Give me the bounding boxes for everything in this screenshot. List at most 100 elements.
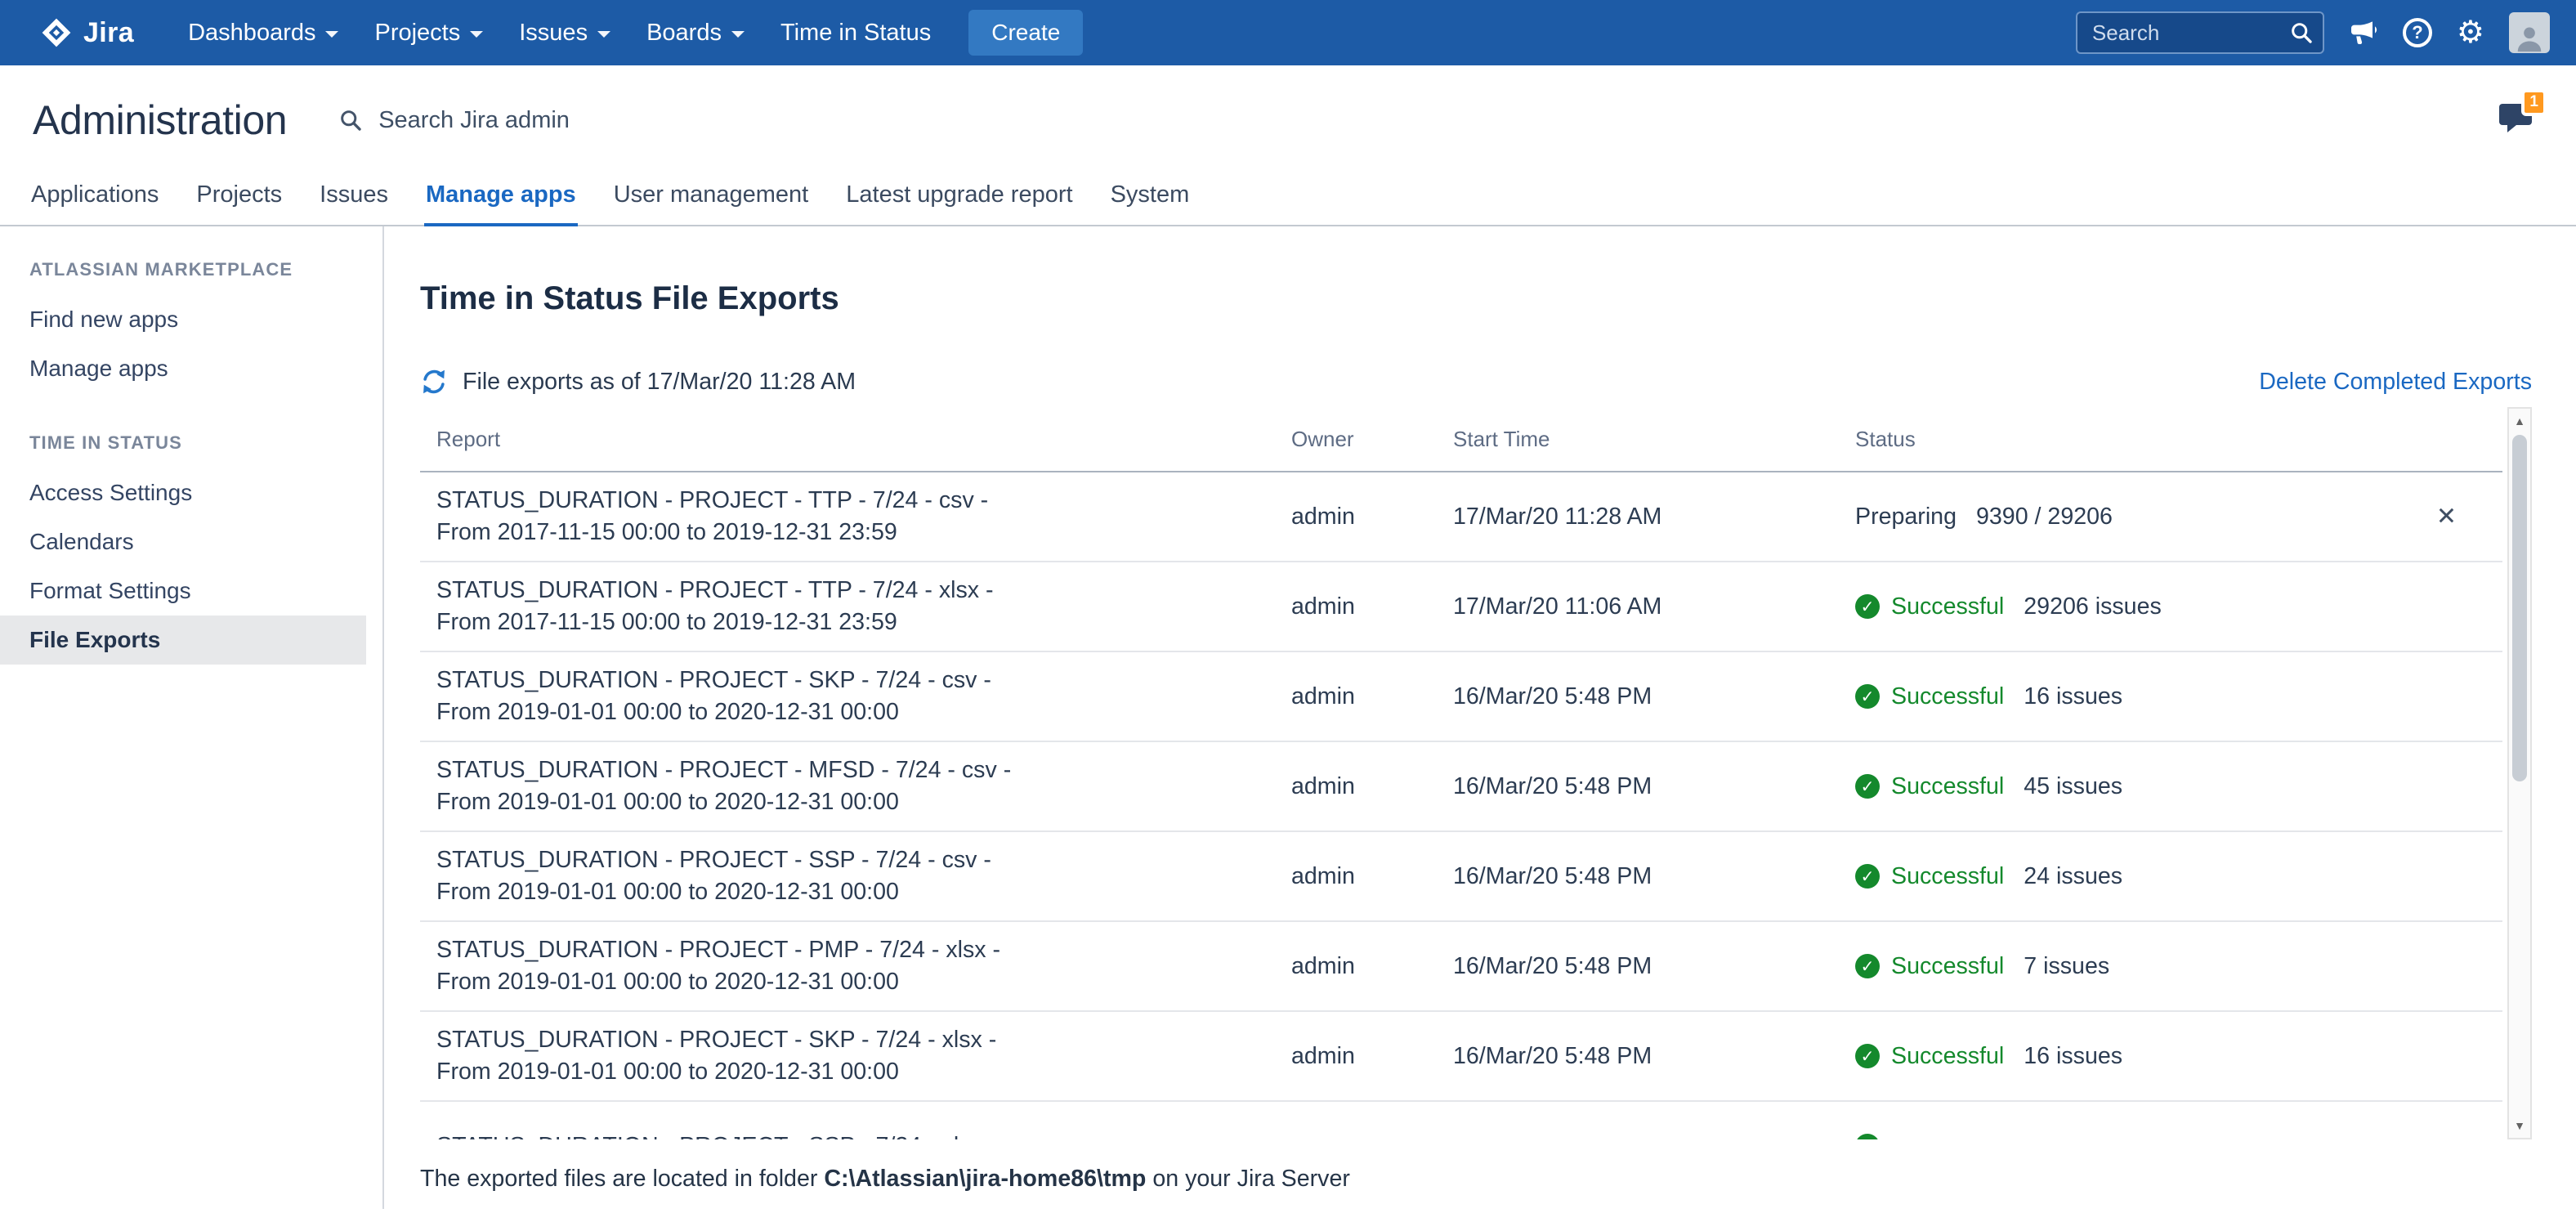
report-start-time: 17/Mar/20 11:28 AM (1453, 504, 1855, 530)
note-suffix: on your Jira Server (1146, 1166, 1350, 1192)
navbar-item-boards[interactable]: Boards (628, 0, 763, 65)
create-button[interactable]: Create (968, 10, 1083, 56)
search-icon (2290, 21, 2313, 44)
tab-system[interactable]: System (1109, 168, 1192, 225)
delete-completed-exports-link[interactable]: Delete Completed Exports (2259, 369, 2532, 396)
exports-toolbar: File exports as of 17/Mar/20 11:28 AM De… (420, 368, 2532, 396)
table-row: STATUS_DURATION - PROJECT - MFSD - 7/24 … (420, 742, 2502, 832)
jira-logo-icon (41, 17, 72, 48)
tab-label: User management (614, 181, 809, 208)
navbar-search-input[interactable] (2076, 11, 2324, 54)
tab-applications[interactable]: Applications (29, 168, 160, 225)
help-button[interactable]: ? (2403, 18, 2432, 47)
success-check-icon: ✓ (1855, 864, 1880, 889)
report-start-time: 16/Mar/20 5:48 PM (1453, 953, 1855, 980)
report-name: STATUS_DURATION - PROJECT - TTP - 7/24 -… (436, 575, 1291, 607)
sidebar: ATLASSIAN MARKETPLACE Find new appsManag… (0, 226, 384, 1209)
export-location-note: The exported files are located in folder… (420, 1166, 2532, 1193)
cancel-export-button[interactable]: ✕ (2436, 503, 2457, 531)
note-prefix: The exported files are located in folder (420, 1166, 824, 1192)
status-text: Preparing (1855, 504, 1957, 530)
scrollbar-thumb[interactable] (2512, 435, 2527, 781)
tab-issues[interactable]: Issues (318, 168, 390, 225)
export-folder-path: C:\Atlassian\jira-home86\tmp (824, 1166, 1146, 1192)
file-exports-table: ReportOwnerStart TimeStatus STATUS_DURAT… (420, 407, 2532, 1139)
main-panel: Time in Status File Exports File exports… (384, 226, 2576, 1209)
report-range: From 2019-01-01 00:00 to 2020-12-31 00:0… (436, 876, 1291, 908)
search-icon (339, 109, 362, 132)
report-name: STATUS_DURATION - PROJECT - SSP - 7/24 -… (436, 844, 1291, 876)
admin-search (339, 105, 767, 136)
navbar-item-dashboards[interactable]: Dashboards (170, 0, 356, 65)
sidebar-item-access-settings[interactable]: Access Settings (0, 468, 382, 517)
scroll-up-arrow-icon[interactable]: ▲ (2509, 410, 2530, 432)
scroll-down-arrow-icon[interactable]: ▼ (2509, 1115, 2530, 1136)
navbar-item-label: Boards (646, 20, 722, 47)
admin-tabbar: Applications Projects Issues Manage apps… (0, 168, 2576, 226)
jira-logo[interactable]: Jira (41, 17, 134, 49)
table-scrollbar[interactable]: ▲ ▼ (2507, 407, 2532, 1139)
admin-settings-button[interactable]: ⚙ (2457, 17, 2484, 48)
report-cell: STATUS_DURATION - PROJECT - SSP - 7/24 -… (420, 1130, 1291, 1140)
person-icon (2514, 22, 2545, 53)
admin-header: Administration 1 (0, 65, 2576, 168)
report-range: From 2019-01-01 00:00 to 2020-12-31 00:0… (436, 696, 1291, 728)
sidebar-item-format-settings[interactable]: Format Settings (0, 566, 382, 616)
navbar-item-label: Time in Status (780, 20, 931, 47)
report-name: STATUS_DURATION - PROJECT - SKP - 7/24 -… (436, 665, 1291, 696)
status-text: Successful (1891, 683, 2004, 710)
report-cell: STATUS_DURATION - PROJECT - SKP - 7/24 -… (420, 665, 1291, 728)
gear-icon: ⚙ (2457, 17, 2484, 48)
megaphone-icon (2349, 20, 2378, 46)
tab-latest-upgrade-report[interactable]: Latest upgrade report (844, 168, 1074, 225)
tab-label: Projects (196, 181, 282, 208)
tab-projects[interactable]: Projects (195, 168, 284, 225)
status-cell: Preparing 9390 / 29206 (1855, 504, 2502, 530)
table-header-row: ReportOwnerStart TimeStatus (420, 407, 2502, 472)
feedback-button[interactable] (2349, 20, 2378, 46)
report-cell: STATUS_DURATION - PROJECT - TTP - 7/24 -… (420, 575, 1291, 638)
status-detail: 45 issues (2024, 773, 2122, 800)
notifications-button[interactable]: 1 (2498, 101, 2534, 140)
navbar-item-issues[interactable]: Issues (501, 0, 628, 65)
column-header-start-time: Start Time (1453, 427, 1855, 452)
notification-badge: 1 (2521, 89, 2547, 116)
top-navbar: Jira Dashboards Projects Issues Boards T… (0, 0, 2576, 65)
chevron-down-icon (731, 31, 745, 38)
tab-label: Applications (31, 181, 159, 208)
status-detail: 24 issues (2024, 863, 2122, 890)
report-start-time: 16/Mar/20 5:48 PM (1453, 683, 1855, 710)
report-range: From 2017-11-15 00:00 to 2019-12-31 23:5… (436, 517, 1291, 548)
navbar-search (2076, 11, 2324, 54)
table-row: STATUS_DURATION - PROJECT - SKP - 7/24 -… (420, 652, 2502, 742)
success-check-icon: ✓ (1855, 954, 1880, 978)
navbar-item-projects[interactable]: Projects (356, 0, 501, 65)
tab-user-management[interactable]: User management (612, 168, 811, 225)
report-cell: STATUS_DURATION - PROJECT - MFSD - 7/24 … (420, 754, 1291, 818)
column-header-status: Status (1855, 427, 2502, 452)
sidebar-item-manage-apps[interactable]: Manage apps (0, 344, 382, 393)
sidebar-item-calendars[interactable]: Calendars (0, 517, 382, 566)
status-cell: ✓ Successful 45 issues (1855, 773, 2502, 800)
user-avatar[interactable] (2509, 12, 2550, 53)
refresh-icon (420, 368, 448, 396)
status-text: Successful (1891, 1043, 2004, 1070)
sidebar-item-file-exports[interactable]: File Exports (0, 616, 366, 665)
table-row: STATUS_DURATION - PROJECT - PMP - 7/24 -… (420, 922, 2502, 1012)
navbar-item-time-in-status[interactable]: Time in Status (763, 0, 949, 65)
section-title: Time in Status File Exports (420, 280, 2532, 317)
navbar-item-label: Dashboards (188, 20, 315, 47)
tab-manage-apps[interactable]: Manage apps (424, 168, 578, 226)
report-owner: admin (1291, 593, 1453, 620)
status-cell: ✓ Successful 16 issues (1855, 683, 2502, 710)
report-name: STATUS_DURATION - PROJECT - SKP - 7/24 -… (436, 1024, 1291, 1056)
status-text: Successful (1891, 593, 2004, 620)
report-cell: STATUS_DURATION - PROJECT - TTP - 7/24 -… (420, 485, 1291, 548)
sidebar-item-find-new-apps[interactable]: Find new apps (0, 295, 382, 344)
navbar-item-label: Projects (374, 20, 460, 47)
refresh-button[interactable] (420, 368, 448, 396)
tab-label: Latest upgrade report (846, 181, 1072, 208)
status-detail: 7 issues (2024, 953, 2109, 980)
table-row: STATUS_DURATION - PROJECT - SSP - 7/24 -… (420, 832, 2502, 922)
admin-search-input[interactable] (375, 105, 767, 136)
